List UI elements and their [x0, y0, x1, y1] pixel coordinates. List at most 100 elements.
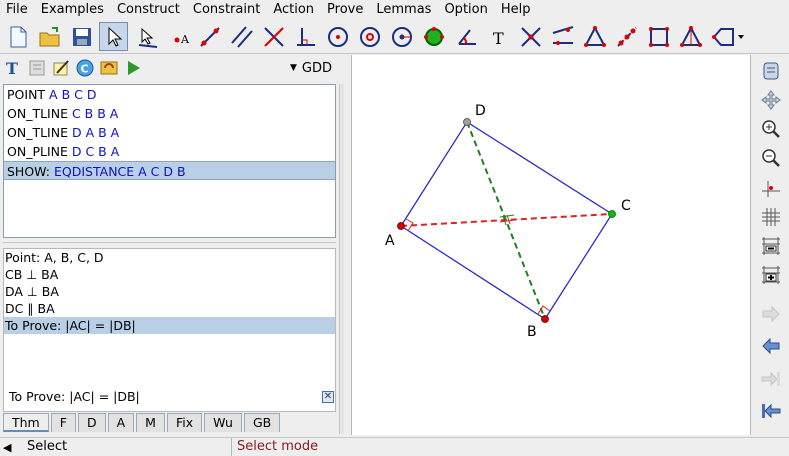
grid-minus-icon[interactable] — [758, 233, 784, 259]
compass-icon[interactable] — [419, 22, 448, 51]
angle-icon[interactable] — [452, 22, 481, 51]
grid-icon[interactable] — [758, 204, 784, 230]
construction-line[interactable]: ON_TLINE C B B A — [4, 104, 335, 123]
left-pane-divider[interactable] — [339, 84, 344, 434]
menu-file[interactable]: File — [0, 0, 35, 20]
tab-m[interactable]: M — [136, 413, 165, 432]
point-a[interactable] — [397, 222, 405, 230]
status-mode: Select mode — [237, 439, 319, 454]
square-icon[interactable] — [644, 22, 673, 51]
list-icon[interactable] — [27, 58, 47, 78]
point-icon[interactable]: A — [165, 22, 194, 51]
move-point-icon[interactable] — [133, 22, 162, 51]
open-file-icon[interactable] — [35, 22, 64, 51]
construction-list[interactable]: POINT A B C D ON_TLINE C B B A ON_TLINE … — [3, 84, 336, 238]
tab-f[interactable]: F — [50, 413, 76, 432]
save-icon[interactable] — [67, 22, 96, 51]
foot-icon[interactable] — [291, 22, 320, 51]
tab-a[interactable]: A — [107, 413, 135, 432]
tab-fix[interactable]: Fix — [166, 413, 203, 432]
construction-args: C B B A — [71, 106, 119, 121]
theorem-panel: Point: A, B, C, D CB ⊥ BA DA ⊥ BA DC ∥ B… — [3, 248, 336, 412]
app-window: File Examples Construct Constraint Actio… — [0, 0, 789, 456]
left-tabs: Thm F D A M Fix Wu GB — [3, 413, 343, 434]
close-icon[interactable]: ✕ — [322, 391, 334, 403]
segment-cb[interactable] — [544, 213, 613, 320]
segment-ba[interactable] — [400, 225, 546, 320]
construction-keyword: ON_TLINE — [7, 106, 68, 121]
menu-lemmas[interactable]: Lemmas — [370, 0, 438, 20]
construction-line[interactable]: POINT A B C D — [4, 85, 335, 104]
tab-d[interactable]: D — [77, 413, 106, 432]
theorem-text-icon[interactable]: T — [3, 58, 23, 78]
zoom-out-icon[interactable] — [758, 145, 784, 171]
menu-examples[interactable]: Examples — [35, 0, 111, 20]
refresh-icon[interactable] — [99, 58, 119, 78]
prove-status: To Prove: |AC| = |DB| — [9, 389, 140, 404]
menu-help[interactable]: Help — [495, 0, 538, 20]
grid-plus-icon[interactable] — [758, 262, 784, 288]
collapse-arrow-icon[interactable]: ◀ — [3, 441, 11, 454]
edit-icon[interactable] — [51, 58, 71, 78]
perpendicular-icon[interactable] — [259, 22, 288, 51]
run-icon[interactable] — [123, 58, 143, 78]
construction-line[interactable]: ON_PLINE D C B A — [4, 142, 335, 161]
more-shapes-icon[interactable] — [708, 22, 748, 51]
notes-icon[interactable] — [758, 58, 784, 84]
select-arrow-icon[interactable] — [99, 22, 128, 51]
construction-args: D A B A — [71, 125, 120, 140]
theorem-line[interactable]: Point: A, B, C, D — [4, 249, 335, 266]
theorem-line[interactable]: CB ⊥ BA — [4, 266, 335, 283]
tab-wu[interactable]: Wu — [204, 413, 242, 432]
construction-keyword: ON_TLINE — [7, 125, 68, 140]
drawing-canvas[interactable]: A B C D — [351, 55, 751, 435]
arrow-left-icon[interactable] — [758, 333, 784, 359]
circle3-icon[interactable] — [355, 22, 384, 51]
crosshair-icon[interactable] — [758, 175, 784, 201]
construction-args: D C B A — [71, 144, 120, 159]
point-label-b: B — [527, 324, 537, 340]
step-first-icon[interactable] — [758, 398, 784, 424]
text-icon[interactable]: T — [484, 22, 513, 51]
status-divider — [231, 438, 232, 456]
point-label-d: D — [475, 103, 486, 119]
move-view-icon[interactable] — [758, 87, 784, 113]
main-toolbar: A T — [0, 20, 789, 54]
menu-construct[interactable]: Construct — [111, 0, 187, 20]
circle-icon[interactable] — [323, 22, 352, 51]
tab-gb[interactable]: GB — [243, 413, 281, 432]
mirror-icon[interactable] — [612, 22, 641, 51]
arrow-right-icon[interactable] — [758, 301, 784, 327]
step-forward-icon[interactable] — [758, 366, 784, 392]
prover-select[interactable]: ▼ GDD — [290, 59, 342, 77]
left-toolbar: T C ▼ GDD — [0, 55, 343, 81]
new-file-icon[interactable] — [3, 22, 32, 51]
parallel-icon[interactable] — [227, 22, 256, 51]
polygon-icon[interactable] — [548, 22, 577, 51]
menu-constraint[interactable]: Constraint — [187, 0, 267, 20]
zoom-in-icon[interactable] — [758, 116, 784, 142]
segment-ad[interactable] — [400, 121, 468, 227]
diagonal-db[interactable] — [466, 121, 546, 320]
circle-center-icon[interactable] — [387, 22, 416, 51]
tab-thm[interactable]: Thm — [3, 413, 49, 432]
point-b[interactable] — [541, 315, 549, 323]
point-c[interactable] — [608, 210, 616, 218]
theorem-line-selected[interactable]: To Prove: |AC| = |DB| — [4, 317, 335, 334]
construction-line-selected[interactable]: SHOW: EQDISTANCE A C D B — [4, 161, 335, 180]
point-label-a: A — [385, 233, 395, 249]
line-icon[interactable] — [195, 22, 224, 51]
copy-c-icon[interactable]: C — [75, 58, 95, 78]
intersection-icon[interactable] — [516, 22, 545, 51]
construction-line[interactable]: ON_TLINE D A B A — [4, 123, 335, 142]
point-d[interactable] — [463, 118, 471, 126]
menu-option[interactable]: Option — [438, 0, 494, 20]
menu-prove[interactable]: Prove — [321, 0, 370, 20]
iso-triangle-icon[interactable] — [676, 22, 705, 51]
status-bar: ◀ Select Select mode — [0, 437, 789, 456]
menu-action[interactable]: Action — [267, 0, 321, 20]
segment-dc[interactable] — [466, 121, 613, 215]
theorem-line[interactable]: DC ∥ BA — [4, 300, 335, 317]
theorem-line[interactable]: DA ⊥ BA — [4, 283, 335, 300]
triangle-icon[interactable] — [580, 22, 609, 51]
